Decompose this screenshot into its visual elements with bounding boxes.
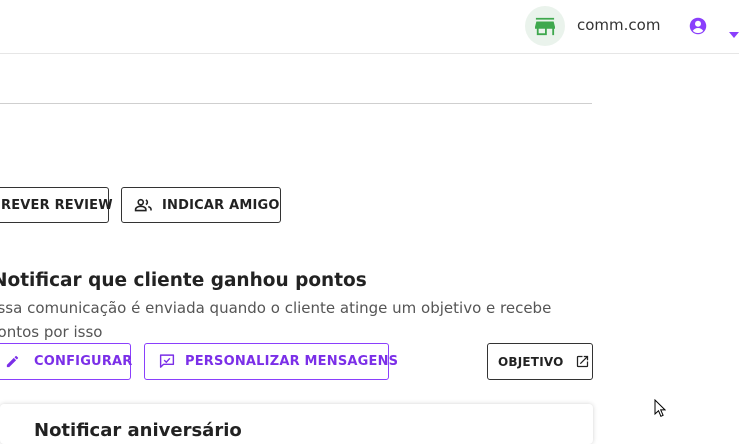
account-circle-icon[interactable]: [689, 17, 707, 39]
notification-description: Essa comunicação é enviada quando o clie…: [0, 299, 552, 341]
mouse-pointer-icon: [654, 398, 667, 422]
next-card-title: Notificar aniversário: [34, 420, 242, 441]
refer-friend-button[interactable]: INDICAR AMIGO: [121, 187, 281, 223]
write-review-button[interactable]: REVER REVIEW: [0, 187, 113, 223]
notification-title: Notificar que cliente ganhou pontos: [0, 270, 367, 291]
objective-button[interactable]: OBJETIVO: [487, 343, 593, 380]
pencil-icon: [6, 355, 19, 368]
caret-down-icon[interactable]: [729, 23, 739, 42]
customize-messages-label: PERSONALIZAR MENSAGENS: [185, 354, 399, 369]
open-in-new-icon: [576, 355, 588, 368]
customize-messages-button[interactable]: PERSONALIZAR MENSAGENS: [144, 343, 398, 380]
objective-label: OBJETIVO: [498, 354, 564, 369]
store-name[interactable]: comm.com: [577, 16, 660, 34]
top-bar: comm.com: [0, 0, 739, 54]
write-review-label: REVER REVIEW: [1, 197, 113, 213]
configure-button[interactable]: CONFIGURAR: [0, 343, 133, 380]
storefront-icon[interactable]: [525, 6, 565, 46]
refer-friend-label: INDICAR AMIGO: [162, 197, 280, 213]
configure-label: CONFIGURAR: [34, 354, 133, 369]
section-divider: [0, 103, 592, 104]
chat-check-icon: [159, 354, 175, 368]
people-icon: [134, 198, 152, 212]
